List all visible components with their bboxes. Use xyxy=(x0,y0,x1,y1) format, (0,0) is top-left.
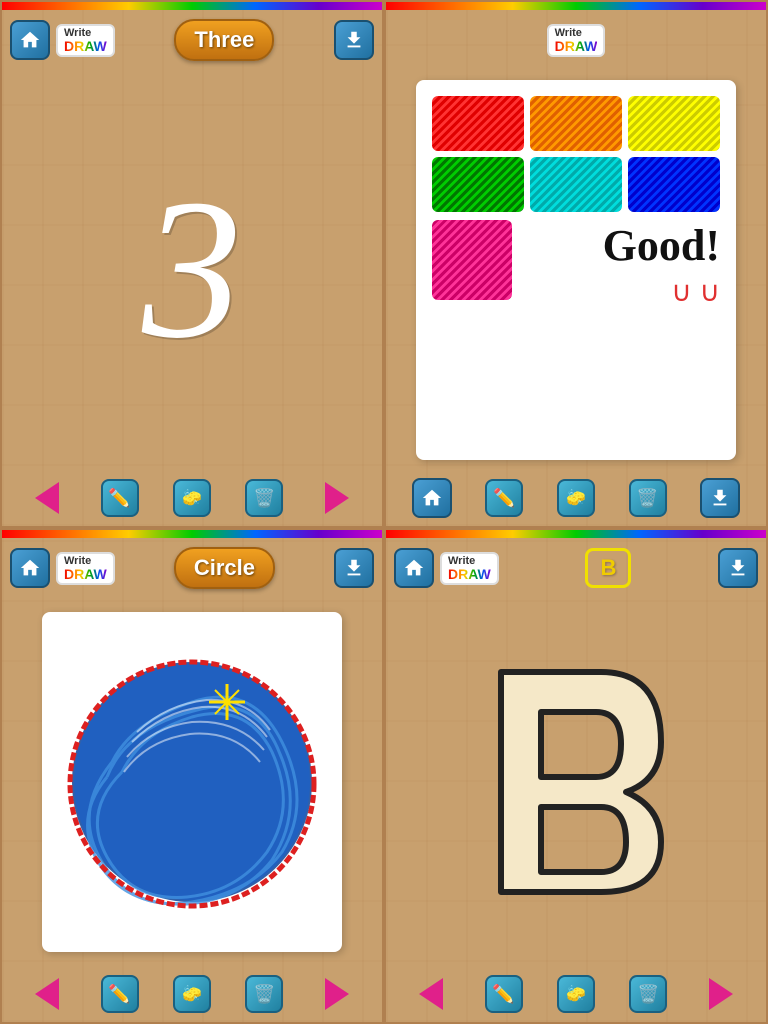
logo-write-3: Write xyxy=(64,556,107,567)
swatch-cyan xyxy=(530,157,622,212)
eraser-button-3[interactable]: 🧽 xyxy=(173,975,211,1013)
logo-draw-1: DRAW xyxy=(64,39,107,53)
title-badge-1: Three xyxy=(121,19,328,61)
logo-4: Write DRAW xyxy=(440,552,499,585)
trash-button-2[interactable]: 🗑️ xyxy=(629,479,667,517)
panel-b-content xyxy=(386,598,766,966)
app-grid: Write DRAW Three 3 ✏️ 🧽 🗑️ xyxy=(0,0,768,1024)
eraser-button-4[interactable]: 🧽 xyxy=(557,975,595,1013)
home-button-2[interactable] xyxy=(412,478,452,518)
eraser-button-2[interactable]: 🧽 xyxy=(557,479,595,517)
rainbow-bar-3 xyxy=(2,530,382,538)
pencil-button-2[interactable]: ✏️ xyxy=(485,479,523,517)
title-badge-4: B xyxy=(505,548,712,588)
rainbow-bar-1 xyxy=(2,2,382,10)
prev-button-3[interactable] xyxy=(28,975,66,1013)
logo-1: Write DRAW xyxy=(56,24,115,57)
panel-good-content: Good! ∪ ∪ xyxy=(386,70,766,470)
swatch-blue xyxy=(628,157,720,212)
rainbow-bar-2 xyxy=(386,2,766,10)
download-button-1[interactable] xyxy=(334,20,374,60)
prev-button-4[interactable] xyxy=(412,975,450,1013)
circle-drawing xyxy=(52,622,332,942)
panel-three-footer: ✏️ 🧽 🗑️ xyxy=(2,470,382,526)
swatch-pink xyxy=(432,220,512,300)
title-pill-4: B xyxy=(585,548,631,588)
good-text: Good! xyxy=(603,220,720,271)
swatch-red xyxy=(432,96,524,151)
title-pill-3: Circle xyxy=(174,547,275,589)
next-button-3[interactable] xyxy=(318,975,356,1013)
smile-face: ∪ ∪ xyxy=(671,275,720,308)
logo-draw-2: DRAW xyxy=(555,39,598,53)
swatch-yellow xyxy=(628,96,720,151)
panel-three: Write DRAW Three 3 ✏️ 🧽 🗑️ xyxy=(0,0,384,528)
trash-button-1[interactable]: 🗑️ xyxy=(245,479,283,517)
pencil-button-3[interactable]: ✏️ xyxy=(101,975,139,1013)
panel-title-3: Circle xyxy=(194,555,255,580)
next-button-4[interactable] xyxy=(702,975,740,1013)
home-button-3[interactable] xyxy=(10,548,50,588)
logo-write-4: Write xyxy=(448,556,491,567)
panel-circle-header: Write DRAW Circle xyxy=(2,538,382,598)
home-button-4[interactable] xyxy=(394,548,434,588)
circle-card xyxy=(42,612,342,952)
home-button-1[interactable] xyxy=(10,20,50,60)
prev-button-1[interactable] xyxy=(28,479,66,517)
panel-title-4: B xyxy=(600,555,616,580)
swatch-orange xyxy=(530,96,622,151)
trash-button-4[interactable]: 🗑️ xyxy=(629,975,667,1013)
panel-b: Write DRAW B ✏️ 🧽 🗑️ xyxy=(384,528,768,1024)
logo-draw-4: DRAW xyxy=(448,567,491,581)
color-swatches xyxy=(432,96,720,212)
panel-good: Write DRAW Good! ∪ ∪ xyxy=(384,0,768,528)
panel-circle-footer: ✏️ 🧽 🗑️ xyxy=(2,966,382,1022)
title-pill-1: Three xyxy=(174,19,274,61)
logo-3: Write DRAW xyxy=(56,552,115,585)
download-button-2[interactable] xyxy=(700,478,740,518)
pencil-button-1[interactable]: ✏️ xyxy=(101,479,139,517)
panel-three-header: Write DRAW Three xyxy=(2,10,382,70)
panel-circle-content xyxy=(2,598,382,966)
letter-b-drawing xyxy=(451,632,701,932)
panel-b-footer: ✏️ 🧽 🗑️ xyxy=(386,966,766,1022)
logo-draw-3: DRAW xyxy=(64,567,107,581)
title-badge-3: Circle xyxy=(121,547,328,589)
pencil-button-4[interactable]: ✏️ xyxy=(485,975,523,1013)
download-button-3[interactable] xyxy=(334,548,374,588)
panel-b-header: Write DRAW B xyxy=(386,538,766,598)
next-button-1[interactable] xyxy=(318,479,356,517)
panel-title-1: Three xyxy=(194,27,254,52)
trash-button-3[interactable]: 🗑️ xyxy=(245,975,283,1013)
number-display: 3 xyxy=(142,170,242,370)
logo-2: Write DRAW xyxy=(547,24,606,57)
logo-write-1: Write xyxy=(64,28,107,39)
rainbow-bar-4 xyxy=(386,530,766,538)
eraser-button-1[interactable]: 🧽 xyxy=(173,479,211,517)
download-button-4[interactable] xyxy=(718,548,758,588)
panel-good-header: Write DRAW xyxy=(386,10,766,70)
swatch-green xyxy=(432,157,524,212)
logo-write-2: Write xyxy=(555,28,598,39)
panel-good-footer: ✏️ 🧽 🗑️ xyxy=(386,470,766,526)
panel-three-content: 3 xyxy=(2,70,382,470)
panel-circle: Write DRAW Circle xyxy=(0,528,384,1024)
good-card: Good! ∪ ∪ xyxy=(416,80,736,460)
